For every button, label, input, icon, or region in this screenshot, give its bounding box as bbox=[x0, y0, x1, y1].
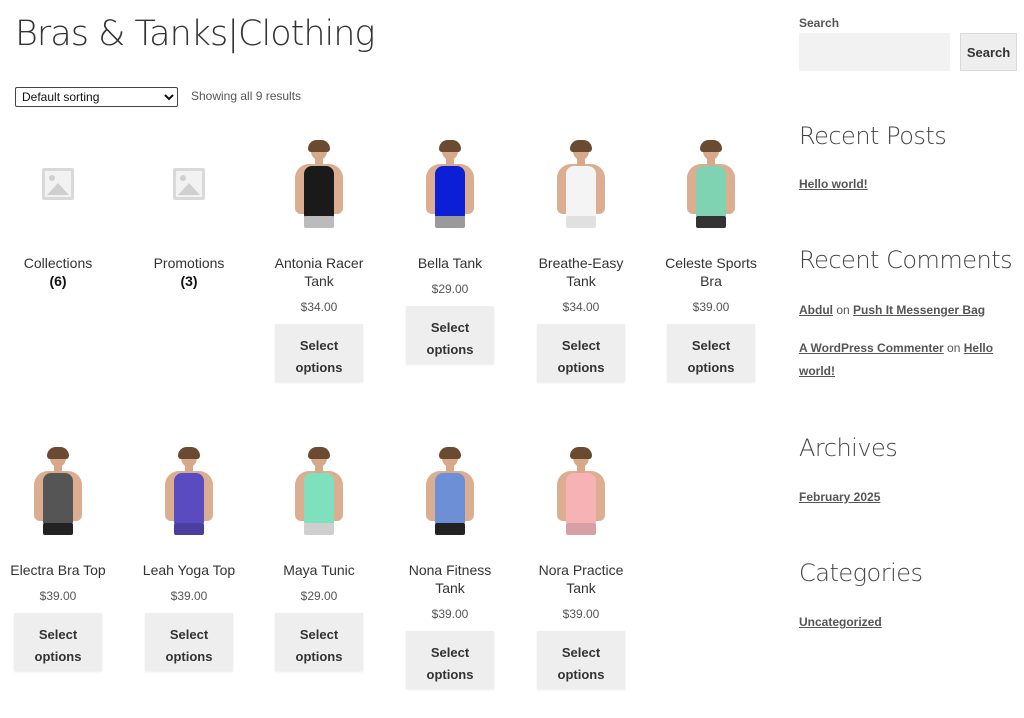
product-card[interactable]: Bella Tank $29.00 Select options bbox=[395, 140, 505, 364]
product-name[interactable]: Antonia Racer Tank bbox=[264, 254, 374, 290]
select-options-button[interactable]: Select options bbox=[406, 306, 494, 364]
garment-top bbox=[174, 473, 204, 525]
product-image[interactable] bbox=[656, 140, 766, 240]
recent-post-item: Hello world! bbox=[799, 173, 1009, 196]
comment-author-link[interactable]: Abdul bbox=[799, 303, 833, 317]
select-options-button[interactable]: Select options bbox=[406, 631, 494, 689]
garment-top bbox=[435, 166, 465, 218]
product-price: $39.00 bbox=[431, 607, 469, 621]
category-name[interactable]: Collections bbox=[3, 254, 113, 272]
product-photo bbox=[289, 140, 349, 230]
recent-comment-item: A WordPress Commenter on Hello world! bbox=[799, 337, 1009, 383]
garment-top bbox=[696, 166, 726, 218]
sorting-select[interactable]: Default sorting bbox=[15, 87, 178, 107]
product-price: $39.00 bbox=[170, 589, 208, 603]
product-image[interactable] bbox=[134, 447, 244, 547]
product-price: $39.00 bbox=[39, 589, 77, 603]
category-thumbnail[interactable] bbox=[3, 140, 113, 240]
categories-title: Categories bbox=[799, 559, 923, 587]
product-photo bbox=[28, 447, 88, 537]
product-card[interactable]: Nona Fitness Tank $39.00 Select options bbox=[395, 447, 505, 689]
product-card[interactable]: Electra Bra Top $39.00 Select options bbox=[3, 447, 113, 671]
product-photo bbox=[551, 447, 611, 537]
comment-author-link[interactable]: A WordPress Commenter bbox=[799, 341, 944, 355]
search-input[interactable] bbox=[799, 33, 950, 71]
product-name[interactable]: Breathe-Easy Tank bbox=[526, 254, 636, 290]
archives-title: Archives bbox=[799, 434, 898, 462]
product-name[interactable]: Bella Tank bbox=[395, 254, 505, 272]
product-photo bbox=[289, 447, 349, 537]
product-image[interactable] bbox=[264, 447, 374, 547]
category-item: Uncategorized bbox=[799, 611, 1009, 634]
category-count: (3) bbox=[180, 273, 198, 289]
product-card[interactable]: Nora Practice Tank $39.00 Select options bbox=[526, 447, 636, 689]
category-thumbnail[interactable] bbox=[134, 140, 244, 240]
product-image[interactable] bbox=[395, 140, 505, 240]
image-placeholder-icon bbox=[42, 168, 74, 200]
search-label: Search bbox=[799, 16, 840, 30]
archive-link[interactable]: February 2025 bbox=[799, 490, 880, 504]
category-card-collections[interactable]: Collections (6) bbox=[3, 140, 113, 290]
category-name[interactable]: Promotions bbox=[134, 254, 244, 272]
garment-top bbox=[435, 473, 465, 525]
garment-top bbox=[43, 473, 73, 525]
product-name[interactable]: Electra Bra Top bbox=[3, 561, 113, 579]
image-placeholder-icon bbox=[173, 168, 205, 200]
result-count: Showing all 9 results bbox=[191, 89, 302, 103]
product-price: $39.00 bbox=[562, 607, 600, 621]
product-image[interactable] bbox=[3, 447, 113, 547]
product-price: $34.00 bbox=[562, 300, 600, 314]
select-options-button[interactable]: Select options bbox=[537, 324, 625, 382]
product-price: $29.00 bbox=[431, 282, 469, 296]
comment-on-text: on bbox=[836, 303, 850, 317]
product-card[interactable]: Antonia Racer Tank $34.00 Select options bbox=[264, 140, 374, 382]
product-name[interactable]: Celeste Sports Bra bbox=[656, 254, 766, 290]
comment-post-link[interactable]: Push It Messenger Bag bbox=[853, 303, 985, 317]
recent-post-link[interactable]: Hello world! bbox=[799, 177, 868, 191]
product-image[interactable] bbox=[526, 140, 636, 240]
comment-on-text: on bbox=[947, 341, 961, 355]
select-options-button[interactable]: Select options bbox=[667, 324, 755, 382]
product-card[interactable]: Celeste Sports Bra $39.00 Select options bbox=[656, 140, 766, 382]
garment-top bbox=[566, 473, 596, 525]
category-count: (6) bbox=[49, 273, 67, 289]
product-photo bbox=[420, 447, 480, 537]
garment-top bbox=[304, 166, 334, 218]
product-photo bbox=[551, 140, 611, 230]
recent-comment-item: Abdul on Push It Messenger Bag bbox=[799, 299, 1009, 322]
archive-item: February 2025 bbox=[799, 486, 1009, 509]
select-options-button[interactable]: Select options bbox=[14, 613, 102, 671]
product-image[interactable] bbox=[395, 447, 505, 547]
product-name[interactable]: Maya Tunic bbox=[264, 561, 374, 579]
garment-top bbox=[304, 473, 334, 525]
product-card[interactable]: Breathe-Easy Tank $34.00 Select options bbox=[526, 140, 636, 382]
product-price: $39.00 bbox=[692, 300, 730, 314]
product-name[interactable]: Nona Fitness Tank bbox=[395, 561, 505, 597]
search-button[interactable]: Search bbox=[960, 33, 1017, 71]
select-options-button[interactable]: Select options bbox=[275, 613, 363, 671]
product-card[interactable]: Leah Yoga Top $39.00 Select options bbox=[134, 447, 244, 671]
select-options-button[interactable]: Select options bbox=[275, 324, 363, 382]
product-photo bbox=[159, 447, 219, 537]
select-options-button[interactable]: Select options bbox=[145, 613, 233, 671]
product-price: $34.00 bbox=[300, 300, 338, 314]
select-options-button[interactable]: Select options bbox=[537, 631, 625, 689]
category-link[interactable]: Uncategorized bbox=[799, 615, 882, 629]
page-title: Bras & Tanks|Clothing bbox=[15, 14, 375, 54]
product-image[interactable] bbox=[526, 447, 636, 547]
product-image[interactable] bbox=[264, 140, 374, 240]
product-photo bbox=[681, 140, 741, 230]
product-card[interactable]: Maya Tunic $29.00 Select options bbox=[264, 447, 374, 671]
category-card-promotions[interactable]: Promotions (3) bbox=[134, 140, 244, 290]
product-name[interactable]: Leah Yoga Top bbox=[134, 561, 244, 579]
recent-comments-title: Recent Comments bbox=[799, 246, 1013, 274]
product-name[interactable]: Nora Practice Tank bbox=[526, 561, 636, 597]
product-photo bbox=[420, 140, 480, 230]
product-price: $29.00 bbox=[300, 589, 338, 603]
garment-top bbox=[566, 166, 596, 218]
recent-posts-title: Recent Posts bbox=[799, 122, 947, 150]
